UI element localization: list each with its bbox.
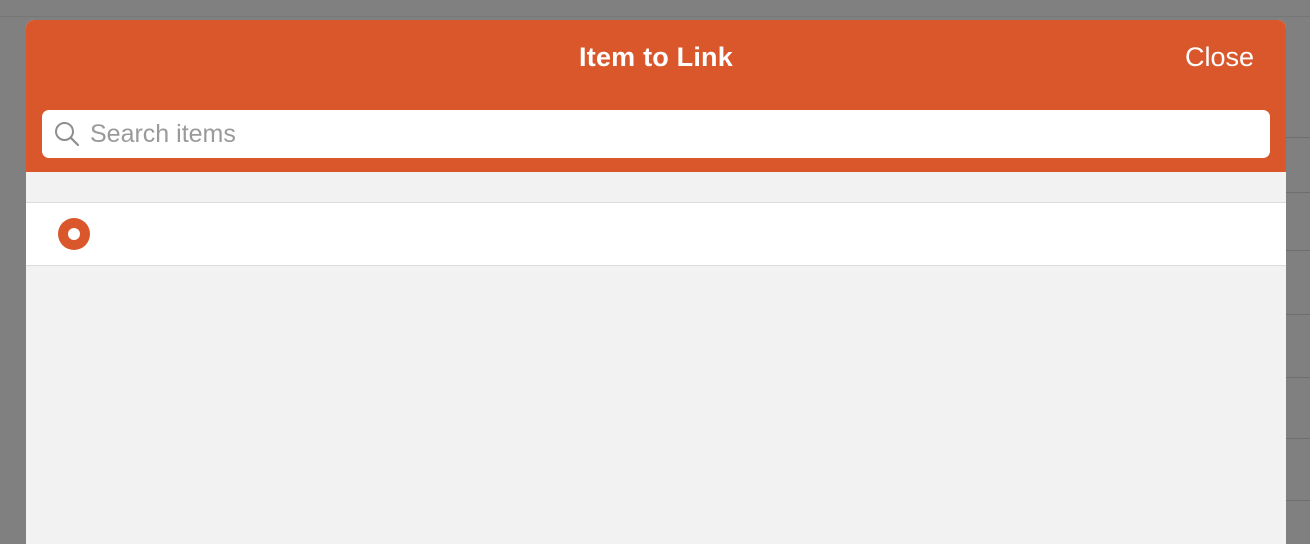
list-item[interactable] [26, 203, 1286, 266]
modal-header: Item to Link Close [26, 20, 1286, 172]
radio-selected-icon[interactable] [58, 218, 90, 250]
search-icon [54, 121, 80, 147]
search-bar[interactable] [42, 110, 1270, 158]
background-divider [0, 16, 1310, 17]
close-button[interactable]: Close [1185, 42, 1254, 73]
search-input[interactable] [90, 114, 1270, 154]
list-section-header [26, 172, 1286, 203]
item-to-link-modal: Item to Link Close [26, 20, 1286, 544]
modal-title: Item to Link [579, 42, 733, 72]
